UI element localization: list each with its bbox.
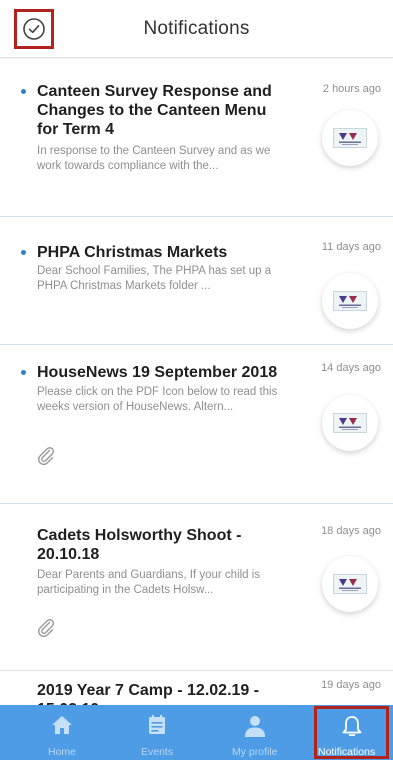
unread-dot [21, 370, 26, 375]
notification-title: 2019 Year 7 Camp - 12.02.19 - 15.02.19 [37, 682, 260, 705]
notification-preview: In response to the Canteen Survey and as… [37, 145, 271, 172]
person-icon [245, 716, 265, 737]
school-logo [322, 110, 378, 166]
notification-preview: Dear Parents and Guardians, If your chil… [37, 569, 261, 596]
home-icon [52, 716, 72, 734]
notification-item[interactable]: Canteen Survey Response and Changes to t… [0, 59, 393, 217]
school-crest-icon [333, 574, 367, 594]
unread-dot [21, 250, 26, 255]
notification-preview: Dear School Families, The PHPA has set u… [37, 265, 272, 292]
tab-label: Events [141, 746, 174, 758]
notification-item[interactable]: PHPA Christmas Markets Dear School Famil… [0, 217, 393, 345]
notification-title: HouseNews 19 September 2018 [37, 364, 278, 381]
school-crest-icon [333, 291, 367, 311]
school-crest-icon [333, 128, 367, 148]
tab-my-profile[interactable]: My profile [224, 705, 286, 760]
notification-time: 14 days ago [321, 362, 381, 374]
notification-time: 19 days ago [321, 679, 381, 691]
notification-item[interactable]: HouseNews 19 September 2018 Please click… [0, 345, 393, 504]
school-crest-icon [333, 413, 367, 433]
notification-preview: Please click on the PDF Icon below to re… [37, 386, 278, 413]
school-logo [322, 395, 378, 451]
tab-label: Home [48, 746, 77, 758]
app-header: Notifications [0, 0, 393, 58]
paperclip-icon[interactable] [36, 445, 56, 465]
calendar-icon [149, 715, 165, 734]
notification-list[interactable]: Canteen Survey Response and Changes to t… [0, 59, 393, 705]
notification-title: Canteen Survey Response and Changes to t… [37, 83, 272, 138]
notification-item[interactable]: Cadets Holsworthy Shoot - 20.10.18 Dear … [0, 504, 393, 671]
notification-title: PHPA Christmas Markets [37, 244, 228, 261]
tab-label: My profile [232, 746, 278, 758]
notification-time: 18 days ago [321, 525, 381, 537]
notification-item[interactable]: 2019 Year 7 Camp - 12.02.19 - 15.02.19 1… [0, 671, 393, 705]
tab-home[interactable]: Home [35, 705, 89, 760]
unread-dot [21, 89, 26, 94]
paperclip-icon[interactable] [36, 617, 56, 637]
tab-events[interactable]: Events [128, 705, 186, 760]
notification-title: Cadets Holsworthy Shoot - 20.10.18 [37, 527, 242, 563]
school-logo [322, 556, 378, 612]
notification-time: 11 days ago [321, 241, 381, 253]
notification-time: 2 hours ago [322, 83, 381, 95]
school-logo [322, 273, 378, 329]
active-tab-highlight [314, 706, 389, 759]
page-title: Notifications [143, 18, 250, 39]
